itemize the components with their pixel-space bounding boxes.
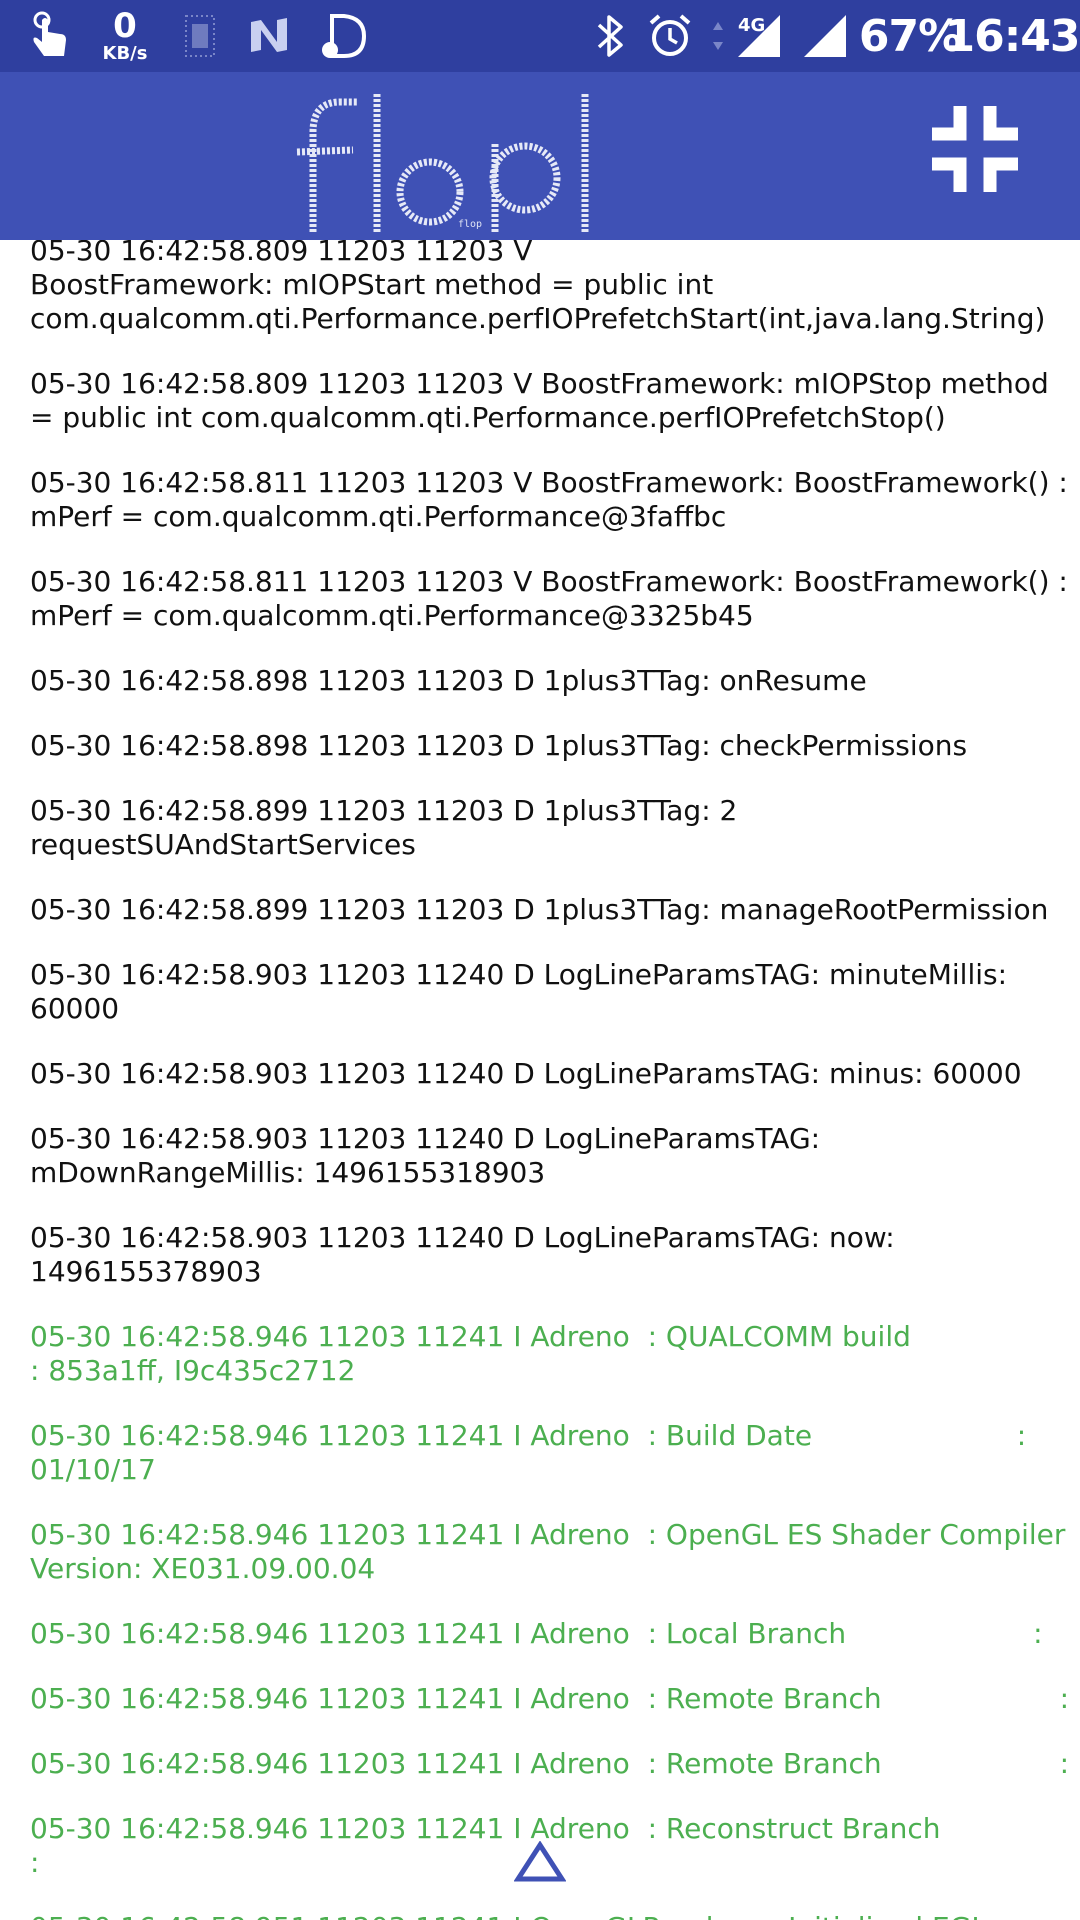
log-line: 05-30 16:42:58.951 11203 11241 I OpenGLR… [30, 1911, 1070, 1920]
notification-app-icon [180, 0, 220, 72]
log-line: 05-30 16:42:58.903 11203 11240 D LogLine… [30, 1221, 904, 1288]
collapse-fullscreen-button[interactable] [920, 94, 1030, 204]
log-line: 05-30 16:42:58.946 11203 11241 I Adreno … [30, 1320, 1080, 1387]
log-line: 05-30 16:42:58.811 11203 11203 V BoostFr… [30, 466, 1077, 533]
d-app-icon [315, 0, 371, 72]
data-arrows-icon [708, 0, 728, 72]
log-line: 05-30 16:42:58.903 11203 11240 D LogLine… [30, 958, 1016, 1025]
app-logo-text: flop [458, 219, 482, 230]
collapse-fullscreen-icon [932, 106, 1018, 192]
battery-percent: 67% [858, 10, 962, 62]
touch-hand-icon [22, 0, 78, 72]
signal-4g-icon: 4G [728, 0, 788, 72]
log-line: 05-30 16:42:58.946 11203 11241 I Adreno … [30, 1617, 1043, 1650]
bluetooth-icon [590, 0, 630, 72]
log-line: 05-30 16:42:58.899 11203 11203 D 1plus3T… [30, 794, 747, 861]
log-list-container[interactable]: 05-30 16:42:58.809 11203 11203 V BoostFr… [0, 240, 1080, 1920]
triangle-up-icon [514, 1841, 566, 1882]
log-line: 05-30 16:42:58.899 11203 11203 D 1plus3T… [30, 893, 1049, 926]
log-line: 05-30 16:42:58.809 11203 11203 V BoostFr… [30, 367, 1058, 434]
signal-icon [800, 0, 850, 72]
network-type-label: 4G [738, 15, 765, 36]
log-line: 05-30 16:42:58.809 11203 11203 V BoostFr… [30, 240, 1046, 335]
log-line: 05-30 16:42:58.898 11203 11203 D 1plus3T… [30, 729, 968, 762]
net-speed-value: 0 [113, 6, 137, 46]
log-line: 05-30 16:42:58.946 11203 11241 I Adreno … [30, 1747, 1070, 1780]
clock: 16:43 [944, 10, 1080, 62]
app-logo: flop [295, 82, 645, 232]
log-line: 05-30 16:42:58.898 11203 11203 D 1plus3T… [30, 664, 867, 697]
log-line: 05-30 16:42:58.946 11203 11241 I Adreno … [30, 1682, 1070, 1715]
alarm-icon [645, 0, 695, 72]
net-speed: 0 KB/s [95, 0, 155, 72]
status-bar: 0 KB/s 4G 67% 16:43 [0, 0, 1080, 72]
log-line: 05-30 16:42:58.903 11203 11240 D LogLine… [30, 1057, 1022, 1090]
scroll-to-top-button[interactable] [512, 1838, 568, 1886]
log-line: 05-30 16:42:58.811 11203 11203 V BoostFr… [30, 565, 1077, 632]
nfc-n-icon [244, 0, 294, 72]
log-line: 05-30 16:42:58.946 11203 11241 I Adreno … [30, 1518, 1075, 1585]
net-speed-unit: KB/s [102, 43, 148, 64]
log-list: 05-30 16:42:58.809 11203 11203 V BoostFr… [0, 240, 1080, 1920]
log-line: 05-30 16:42:58.946 11203 11241 I Adreno … [30, 1419, 1036, 1486]
app-bar: flop [0, 72, 1080, 240]
log-line: 05-30 16:42:58.903 11203 11240 D LogLine… [30, 1122, 829, 1189]
